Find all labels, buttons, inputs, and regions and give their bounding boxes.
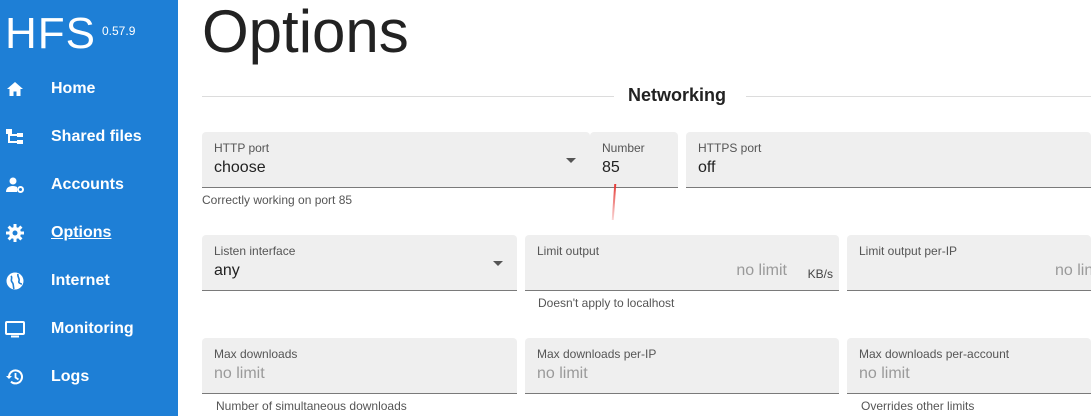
field-placeholder: no limit: [859, 365, 910, 382]
max-downloads-input[interactable]: Max downloads no limit: [202, 338, 517, 394]
accounts-icon: [6, 177, 24, 193]
globe-icon: [6, 272, 24, 290]
field-placeholder: no limit: [736, 262, 787, 279]
field-label: Max downloads per-IP: [537, 347, 657, 361]
http-port-helper: Correctly working on port 85: [202, 193, 353, 207]
unit-label: KB/s: [807, 267, 833, 281]
nav-label: Logs: [51, 368, 90, 385]
field-label: Max downloads per-account: [859, 347, 1010, 361]
field-label: Listen interface: [214, 244, 296, 258]
chevron-down-icon: [493, 261, 503, 266]
limit-output-input[interactable]: Limit output no limit KB/s: [525, 235, 839, 291]
nav-label: Accounts: [51, 176, 124, 193]
field-label: Max downloads: [214, 347, 298, 361]
listen-interface-select[interactable]: Listen interface any: [202, 235, 517, 291]
nav-item-accounts[interactable]: Accounts: [0, 162, 178, 208]
max-downloads-account-helper: Overrides other limits: [861, 399, 975, 413]
limit-output-per-ip-input[interactable]: Limit output per-IP no lin: [847, 235, 1091, 291]
port-number-input[interactable]: Number 85: [590, 132, 678, 188]
limit-output-helper: Doesn't apply to localhost: [538, 296, 675, 310]
section-divider-left: [202, 96, 614, 97]
field-value: 85: [602, 159, 620, 176]
field-placeholder: no limit: [214, 365, 265, 382]
field-placeholder: no limit: [537, 365, 588, 382]
chevron-down-icon: [566, 158, 576, 163]
nav-item-logs[interactable]: Logs: [0, 354, 178, 400]
nav-label: Home: [51, 80, 96, 97]
annotation-marker: [611, 184, 617, 220]
nav-item-monitoring[interactable]: Monitoring: [0, 306, 178, 352]
nav-item-home[interactable]: Home: [0, 66, 178, 112]
home-icon: [7, 82, 23, 96]
nav-label: Internet: [51, 272, 110, 289]
nav-label: Monitoring: [51, 320, 134, 337]
field-label: Limit output: [537, 244, 600, 258]
nav-label: Shared files: [51, 128, 142, 145]
tree-icon: [6, 129, 23, 144]
page-title: Options: [202, 0, 409, 65]
nav-item-internet[interactable]: Internet: [0, 258, 178, 304]
field-value: choose: [214, 159, 266, 176]
section-divider-right: [746, 96, 1091, 97]
field-label: Number: [602, 141, 645, 155]
field-label: HTTPS port: [698, 141, 762, 155]
max-downloads-helper: Number of simultaneous downloads: [216, 399, 407, 413]
field-placeholder: no lin: [1055, 262, 1091, 279]
https-port-select[interactable]: HTTPS port off: [686, 132, 1091, 188]
sidebar: HFS 0.57.9 Home Shared files Accounts Op…: [0, 0, 178, 416]
app-version: 0.57.9: [102, 24, 136, 38]
app-logo: HFS: [5, 9, 96, 58]
max-downloads-per-ip-input[interactable]: Max downloads per-IP no limit: [525, 338, 839, 394]
section-title-networking: Networking: [628, 85, 727, 105]
monitor-icon: [5, 321, 25, 338]
nav-item-shared-files[interactable]: Shared files: [0, 114, 178, 160]
field-label: Limit output per-IP: [859, 244, 958, 258]
http-port-select[interactable]: HTTP port choose: [202, 132, 590, 188]
field-label: HTTP port: [214, 141, 270, 155]
gear-icon: [6, 224, 24, 242]
field-value: off: [698, 159, 716, 176]
history-icon: [6, 369, 23, 385]
max-downloads-per-account-input[interactable]: Max downloads per-account no limit: [847, 338, 1091, 394]
field-value: any: [214, 262, 240, 279]
nav-item-options[interactable]: Options: [0, 210, 178, 256]
nav-label: Options: [51, 224, 112, 241]
